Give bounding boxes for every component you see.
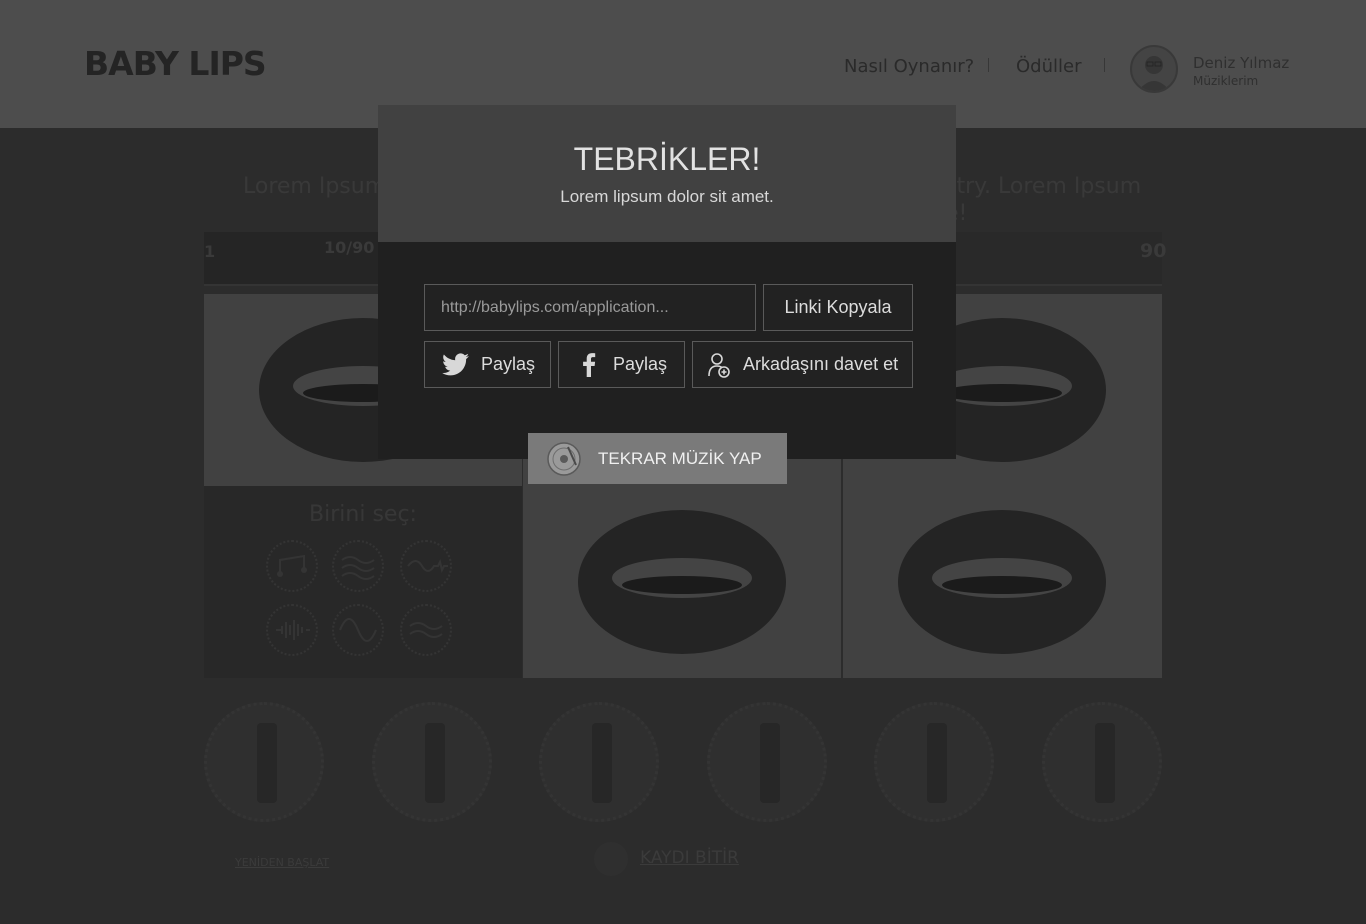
modal-title: TEBRİKLER! <box>573 141 761 177</box>
copy-link-button[interactable]: Linki Kopyala <box>763 284 913 331</box>
facebook-share-label: Paylaş <box>613 354 668 374</box>
modal-subtitle: Lorem lipsum dolor sit amet. <box>560 187 774 206</box>
facebook-icon <box>581 352 597 377</box>
congrats-modal: TEBRİKLER! Lorem lipsum dolor sit amet. … <box>378 105 956 459</box>
make-music-again-label: TEKRAR MÜZİK YAP <box>598 448 762 468</box>
add-user-icon <box>707 352 731 378</box>
facebook-share-button[interactable]: Paylaş <box>558 341 685 388</box>
modal-header: TEBRİKLER! Lorem lipsum dolor sit amet. <box>378 105 956 242</box>
twitter-share-button[interactable]: Paylaş <box>424 341 551 388</box>
share-link-input[interactable] <box>424 284 756 331</box>
invite-friend-button[interactable]: Arkadaşını davet et <box>692 341 913 388</box>
vinyl-record-icon <box>546 441 582 477</box>
make-music-again-button[interactable]: TEKRAR MÜZİK YAP <box>528 433 787 484</box>
twitter-share-label: Paylaş <box>481 354 536 374</box>
twitter-icon <box>441 352 471 377</box>
invite-friend-label: Arkadaşını davet et <box>743 354 899 374</box>
copy-link-label: Linki Kopyala <box>784 297 892 317</box>
